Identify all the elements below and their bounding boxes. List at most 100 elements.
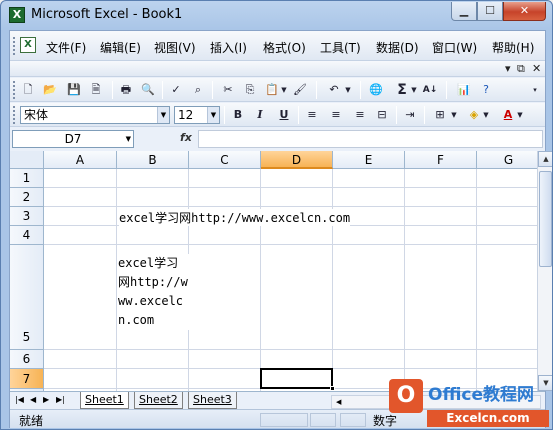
select-all-corner[interactable] [10,151,44,169]
font-color-icon[interactable]: A [500,107,516,123]
font-size-value: 12 [178,108,194,122]
sheet-tab-sheet2[interactable]: Sheet2 [134,392,183,409]
fill-color-dropdown-icon[interactable]: ▼ [482,107,490,123]
workbook-icon[interactable]: X [20,37,36,53]
scroll-left-icon[interactable]: ◀ [336,396,341,408]
prev-sheet-icon[interactable]: ◀ [30,395,36,404]
underline-button[interactable]: U [276,107,292,123]
italic-button[interactable]: I [252,107,268,123]
active-cell-d7[interactable] [260,368,335,391]
maximize-button[interactable]: ☐ [477,2,503,21]
print-icon[interactable]: 🖶 [118,82,134,98]
sheet-tab-sheet1[interactable]: Sheet1 [80,392,129,409]
research-icon[interactable]: ⌕ [190,82,206,98]
office-logo-icon: O [389,379,423,413]
row-header-6[interactable]: 6 [10,350,44,369]
print-preview-icon[interactable]: 🔍 [140,82,156,98]
first-sheet-icon[interactable]: |◀ [15,395,24,404]
font-size-dropdown-icon[interactable]: ▼ [207,107,219,123]
toolbar-options-icon[interactable]: ▾ [530,82,540,98]
hyperlink-icon[interactable]: 🌐 [368,82,384,98]
font-name-value: 宋体 [24,108,49,122]
vertical-scrollbar[interactable]: ▲ ▼ [537,151,552,391]
autosum-dropdown-icon[interactable]: ▼ [410,82,418,98]
menu-window[interactable]: 窗口(W) [432,39,477,56]
toolbar-grip-icon[interactable] [13,81,17,99]
paste-dropdown-icon[interactable]: ▼ [280,82,288,98]
sort-ascending-icon[interactable]: A↓ [422,82,438,98]
chart-wizard-icon[interactable]: 📊 [456,82,472,98]
format-grip-icon[interactable] [13,106,17,124]
formatting-toolbar: 宋体 ▼ 12 ▼ B I U ≡ ≡ ≡ ⊟ ⇥ ⊞ ▼ ◈ ▼ A ▼ [10,103,545,127]
name-box[interactable]: D7 ▼ [12,130,134,148]
column-header-e[interactable]: E [333,151,405,169]
copy-icon[interactable]: ⎘ [242,82,258,98]
undo-icon[interactable]: ↶ [326,82,342,98]
column-header-d[interactable]: D [261,151,333,169]
menu-bar: X 文件(F) 编辑(E) 视图(V) 插入(I) 格式(O) 工具(T) 数据… [10,31,545,61]
menu-file[interactable]: 文件(F) [46,39,86,56]
align-right-icon[interactable]: ≡ [352,107,368,123]
vertical-scroll-thumb[interactable] [539,171,552,267]
align-center-icon[interactable]: ≡ [328,107,344,123]
column-header-c[interactable]: C [189,151,261,169]
minimize-button[interactable]: ▁ [451,2,477,21]
sheet-tab-sheet3[interactable]: Sheet3 [188,392,237,409]
menu-insert[interactable]: 插入(I) [210,39,247,56]
menu-format[interactable]: 格式(O) [263,39,306,56]
doc-window-restore-icon[interactable]: ⧉ [517,62,525,76]
formula-input[interactable] [198,130,543,148]
undo-dropdown-icon[interactable]: ▼ [344,82,352,98]
new-icon[interactable]: 🗋 [20,82,36,98]
font-name-dropdown-icon[interactable]: ▼ [157,107,169,123]
name-box-dropdown-icon[interactable]: ▼ [126,131,131,147]
row-header-4[interactable]: 4 [10,226,44,245]
menu-view[interactable]: 视图(V) [154,39,196,56]
insert-function-icon[interactable]: fx [180,131,192,144]
row-header-5[interactable]: 5 [10,245,44,350]
menu-help[interactable]: 帮助(H) [492,39,534,56]
font-name-combo[interactable]: 宋体 ▼ [20,106,170,124]
column-header-g[interactable]: G [477,151,537,169]
row-header-2[interactable]: 2 [10,188,44,207]
column-header-b[interactable]: B [117,151,189,169]
menu-tools[interactable]: 工具(T) [320,39,361,56]
last-sheet-icon[interactable]: ▶| [56,395,65,404]
paste-icon[interactable]: 📋 [264,82,280,98]
autosum-icon[interactable]: Σ [394,82,410,98]
close-button[interactable]: ✕ [503,2,546,21]
menu-grip-icon[interactable] [13,37,17,55]
permission-icon[interactable]: 🗎 [88,82,104,98]
fill-color-icon[interactable]: ◈ [466,107,482,123]
menu-data[interactable]: 数据(D) [376,39,419,56]
scroll-up-icon[interactable]: ▲ [538,151,552,167]
format-painter-icon[interactable]: 🖌 [292,82,308,98]
help-icon[interactable]: ? [478,82,494,98]
font-color-dropdown-icon[interactable]: ▼ [516,107,524,123]
doc-close-icon[interactable]: ✕ [532,62,541,75]
row-header-7[interactable]: 7 [10,369,44,389]
bold-button[interactable]: B [230,107,246,123]
font-size-combo[interactable]: 12 ▼ [174,106,220,124]
menu-edit[interactable]: 编辑(E) [100,39,141,56]
excel-app-icon[interactable]: X [9,7,25,23]
align-left-icon[interactable]: ≡ [304,107,320,123]
merge-center-icon[interactable]: ⊟ [374,107,390,123]
row-header-1[interactable]: 1 [10,169,44,188]
borders-icon[interactable]: ⊞ [432,107,448,123]
save-icon[interactable]: 💾 [66,82,82,98]
column-header-f[interactable]: F [405,151,477,169]
row-header-3[interactable]: 3 [10,207,44,226]
watermark: O Office教程网 Excelcn.com [389,379,552,429]
worksheet-grid[interactable]: A B C D E F G 1 2 3 4 5 6 7 8 [10,151,537,391]
borders-dropdown-icon[interactable]: ▼ [450,107,458,123]
next-sheet-icon[interactable]: ▶ [43,395,49,404]
doc-restore-icon[interactable]: ▾ [505,62,511,75]
open-icon[interactable]: 📂 [42,82,58,98]
cut-icon[interactable]: ✂ [220,82,236,98]
cell-b5[interactable]: excel学习网http://www.excelcn.com [118,254,190,330]
spelling-icon[interactable]: ✓ [168,82,184,98]
indent-icon[interactable]: ⇥ [402,107,418,123]
column-header-a[interactable]: A [44,151,117,169]
cell-b3[interactable]: excel学习网http://www.excelcn.com [119,209,351,226]
